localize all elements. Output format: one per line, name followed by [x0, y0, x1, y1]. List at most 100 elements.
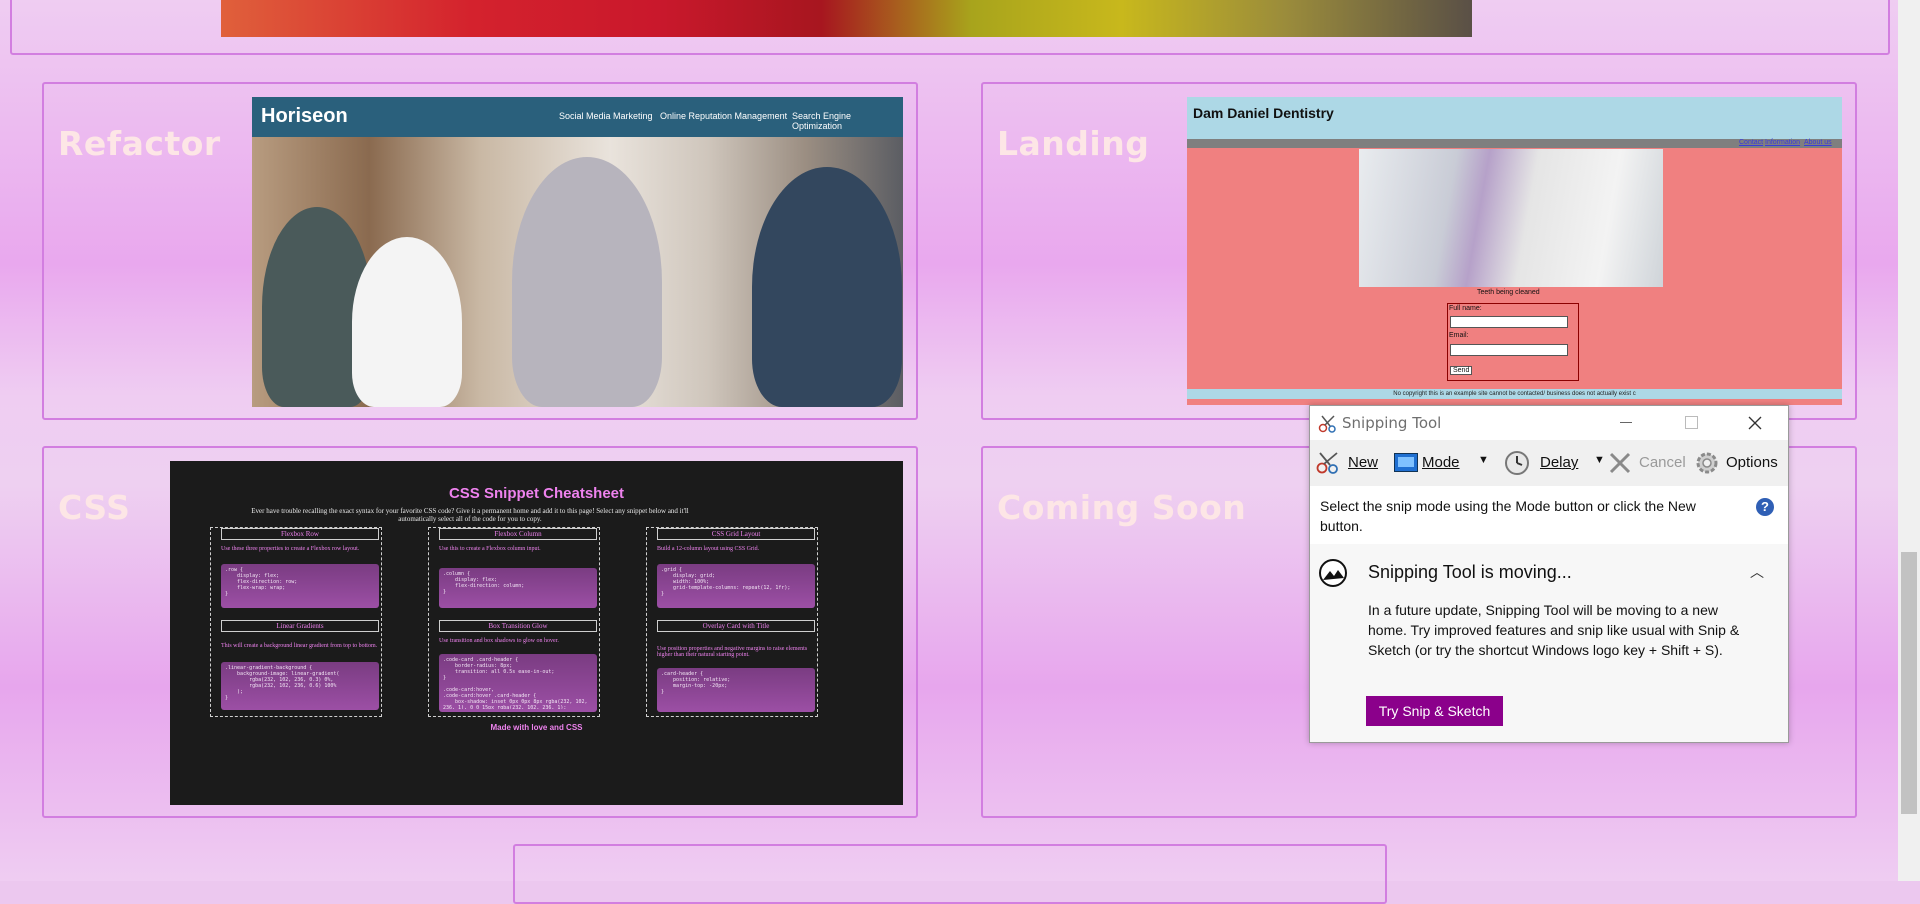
snippet-code-text: .linear-gradient-background { background…: [225, 665, 340, 701]
delay-label: Delay: [1540, 454, 1579, 471]
mode-icon: [1394, 453, 1418, 472]
full-name-field[interactable]: [1450, 316, 1568, 328]
snippet-description: Use these three properties to create a F…: [221, 546, 360, 552]
scrollbar-thumb[interactable]: [1901, 552, 1917, 814]
dentistry-footer: No copyright this is an example site can…: [1187, 389, 1842, 399]
dentistry-title: Dam Daniel Dentistry: [1193, 105, 1334, 121]
snippet-heading: Flexbox Row: [221, 528, 379, 540]
cancel-x-icon: [1609, 452, 1631, 474]
close-icon: [1748, 416, 1762, 430]
snippet-column: Flexbox Row Use these three properties t…: [210, 527, 382, 717]
card-label: Refactor: [58, 124, 221, 163]
snippet-description: Build a 12-column layout using CSS Grid.: [657, 546, 760, 552]
horiseon-screenshot[interactable]: Horiseon Social Media Marketing Online R…: [252, 97, 903, 407]
snippet-code-card[interactable]: .card-header { position: relative; margi…: [657, 668, 815, 712]
options-label: Options: [1726, 454, 1778, 471]
collapse-chevron-icon[interactable]: ︿: [1750, 562, 1764, 582]
snippet-description: Use transition and box shadows to glow o…: [439, 638, 559, 644]
chevron-down-icon: ▼: [1594, 454, 1605, 466]
snippet-code-text: .row { display: flex; flex-direction: ro…: [225, 567, 298, 597]
new-button[interactable]: New: [1313, 450, 1393, 474]
person-figure: [752, 167, 902, 407]
snippet-description: Use position properties and negative mar…: [657, 646, 808, 658]
snipping-tool-title-bar[interactable]: Snipping Tool: [1310, 406, 1788, 440]
send-button[interactable]: Send: [1450, 366, 1473, 375]
snippet-heading: CSS Grid Layout: [657, 528, 815, 540]
horiseon-logo: Horiseon: [261, 105, 348, 127]
project-card-landing[interactable]: Landing Dam Daniel Dentistry Contact Inf…: [981, 82, 1857, 420]
horiseon-header: Horiseon Social Media Marketing Online R…: [252, 97, 903, 137]
scissors-icon: [1316, 452, 1338, 474]
horiseon-nav-item[interactable]: Online Reputation Management: [660, 111, 787, 121]
project-card-refactor[interactable]: Refactor Horiseon Social Media Marketing…: [42, 82, 918, 420]
photo-caption: Teeth being cleaned: [1477, 289, 1540, 296]
snippet-heading: Flexbox Column: [439, 528, 597, 540]
minimize-button[interactable]: [1620, 422, 1632, 423]
close-button[interactable]: [1740, 409, 1770, 437]
snippet-code-card[interactable]: .code-card .card-header { border-radius:…: [439, 654, 597, 712]
dentist-photo: [1359, 149, 1663, 287]
help-icon[interactable]: ?: [1756, 498, 1774, 516]
scissors-icon: [1318, 415, 1336, 433]
dentistry-nav-link[interactable]: Information: [1765, 139, 1800, 146]
snippet-code-card[interactable]: .row { display: flex; flex-direction: ro…: [221, 564, 379, 608]
snipping-toolbar: New Mode ▼ Delay ▼ Cancel Options: [1310, 440, 1788, 486]
snippet-column: CSS Grid Layout Build a 12-column layout…: [646, 527, 818, 717]
contact-form: Full name: Email: Send: [1447, 303, 1579, 381]
top-project-card: [10, 0, 1890, 55]
dentistry-nav-link[interactable]: Contact: [1739, 139, 1763, 146]
card-label: Coming Soon: [997, 488, 1247, 527]
full-name-label: Full name:: [1449, 305, 1482, 312]
snippet-code-card[interactable]: .linear-gradient-background { background…: [221, 662, 379, 710]
cancel-button[interactable]: Cancel: [1606, 450, 1688, 474]
person-figure: [352, 237, 462, 407]
horiseon-hero-photo: [252, 137, 903, 407]
dentistry-nav-link[interactable]: About us: [1804, 139, 1832, 146]
snippet-code-text: .code-card .card-header { border-radius:…: [443, 657, 588, 709]
project-card-css[interactable]: CSS CSS Snippet Cheatsheet Ever have tro…: [42, 446, 918, 818]
snipping-notice-panel: Snipping Tool is moving... ︿ In a future…: [1310, 544, 1788, 742]
snippet-heading: Overlay Card with Title: [657, 620, 815, 632]
card-label: CSS: [58, 488, 131, 527]
snipping-tool-title: Snipping Tool: [1342, 414, 1442, 432]
snipping-message-area: Select the snip mode using the Mode butt…: [1310, 486, 1788, 544]
snippet-description: This will create a background linear gra…: [221, 643, 378, 649]
snip-sketch-icon: [1319, 559, 1347, 587]
top-project-screenshot[interactable]: [221, 0, 1472, 37]
snippet-code-card[interactable]: .grid { display: grid; width: 100%; grid…: [657, 564, 815, 608]
snippet-code-text: .column { display: flex; flex-direction:…: [443, 571, 525, 595]
snippet-code-card[interactable]: .column { display: flex; flex-direction:…: [439, 568, 597, 608]
chevron-down-icon: ▼: [1478, 454, 1489, 466]
gear-icon: [1696, 452, 1718, 474]
options-button[interactable]: Options: [1694, 450, 1786, 474]
notice-title: Snipping Tool is moving...: [1368, 562, 1572, 582]
snippet-column: Flexbox Column Use this to create a Flex…: [428, 527, 600, 717]
person-figure: [512, 157, 662, 407]
mode-label: Mode: [1422, 454, 1460, 471]
email-label: Email:: [1449, 332, 1469, 339]
try-snip-sketch-button[interactable]: Try Snip & Sketch: [1366, 696, 1503, 726]
dentistry-header: Dam Daniel Dentistry: [1187, 97, 1842, 139]
snippet-heading: Linear Gradients: [221, 620, 379, 632]
email-field[interactable]: [1450, 344, 1568, 356]
dentistry-screenshot[interactable]: Dam Daniel Dentistry Contact Information…: [1187, 97, 1842, 405]
snippet-code-text: .grid { display: grid; width: 100%; grid…: [661, 567, 791, 597]
snipping-tool-window: Snipping Tool New Mode ▼ Delay ▼ Cancel …: [1309, 405, 1789, 743]
new-label: New: [1348, 454, 1379, 471]
snippet-description: Use this to create a Flexbox column inpu…: [439, 546, 541, 552]
snippet-code-text: .card-header { position: relative; margi…: [661, 671, 731, 695]
page-scrollbar[interactable]: [1898, 0, 1920, 881]
card-label: Landing: [997, 124, 1150, 163]
cheatsheet-screenshot[interactable]: CSS Snippet Cheatsheet Ever have trouble…: [170, 461, 903, 805]
notice-body: In a future update, Snipping Tool will b…: [1368, 602, 1740, 658]
mode-button[interactable]: Mode ▼: [1392, 450, 1492, 474]
bottom-project-card: [513, 844, 1387, 904]
cancel-label: Cancel: [1639, 454, 1686, 471]
cheatsheet-title: CSS Snippet Cheatsheet: [448, 485, 625, 502]
dentistry-nav: Contact Information About us: [1187, 139, 1842, 148]
delay-button[interactable]: Delay ▼: [1502, 450, 1605, 475]
horiseon-nav-item[interactable]: Social Media Marketing: [559, 111, 653, 121]
maximize-button[interactable]: [1685, 416, 1698, 429]
horiseon-nav-item[interactable]: Search Engine Optimization: [792, 111, 903, 131]
snip-mode-instructions: Select the snip mode using the Mode butt…: [1320, 498, 1696, 534]
